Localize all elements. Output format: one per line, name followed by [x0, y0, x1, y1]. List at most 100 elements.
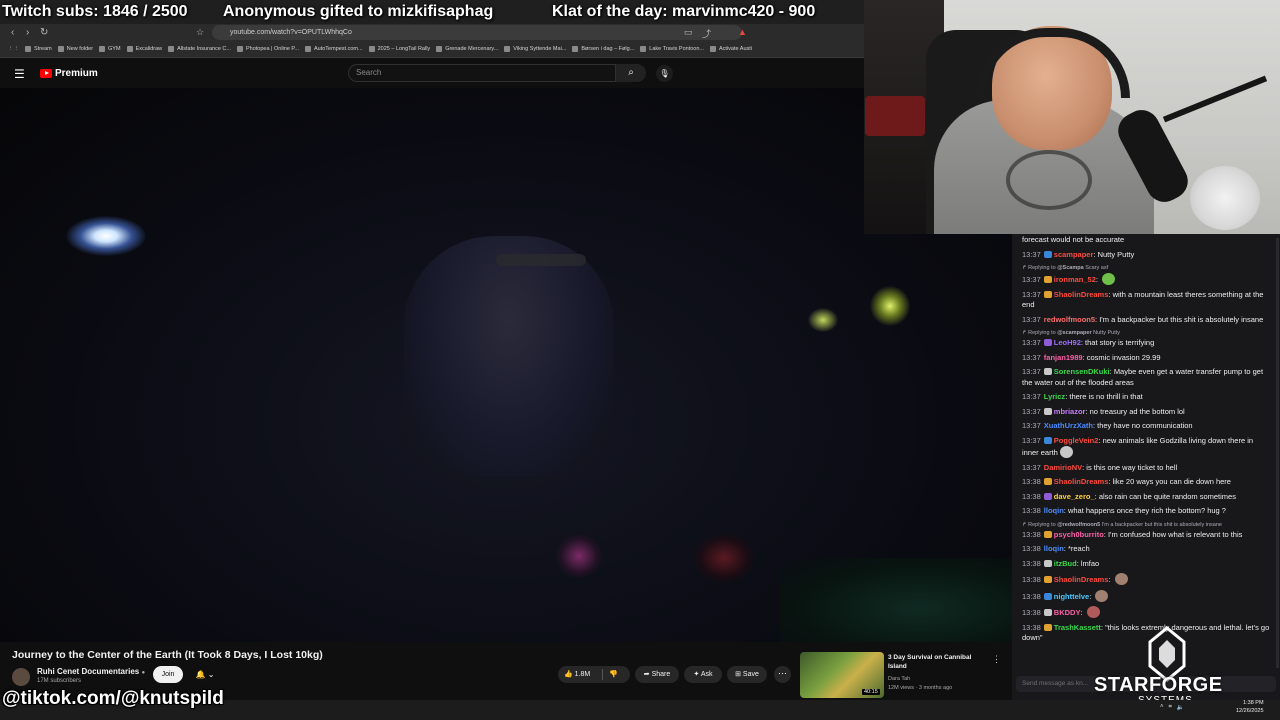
bookmark-item[interactable]: Photopea | Online P...	[236, 46, 299, 52]
bookmark-item[interactable]: New folder	[57, 46, 93, 52]
bookmark-item[interactable]: Allstate Insurance C...	[168, 46, 231, 52]
forward-icon[interactable]: ›	[26, 27, 29, 38]
chat-username[interactable]: dave_zero_	[1054, 492, 1095, 501]
chat-scrollbar[interactable]	[1276, 238, 1279, 668]
chat-message[interactable]: 13:38 dave_zero_: also rain can be quite …	[1012, 491, 1280, 506]
chat-message[interactable]: 13:37 mbriazor: no treasury ad the bottom…	[1012, 406, 1280, 421]
volume-icon[interactable]: 🔈	[1177, 704, 1184, 711]
chat-username[interactable]: fanjan1989	[1044, 353, 1083, 362]
voice-search-button[interactable]: 🎙	[656, 65, 673, 82]
chat-message[interactable]: 13:37 ironman_52:	[1012, 272, 1280, 289]
bookmark-item[interactable]: 2025 – LongTail Rally	[368, 46, 430, 52]
more-actions-button[interactable]: ⋯	[774, 666, 791, 683]
chat-message[interactable]: 13:37 fanjan1989: cosmic invasion 29.99	[1012, 352, 1280, 367]
share-button[interactable]: ➦ Share	[635, 666, 679, 683]
bookmark-item[interactable]: Excalidraw	[126, 46, 162, 52]
notification-bell-button[interactable]: 🔔 ⌄	[188, 666, 222, 683]
bookmark-favicon-icon	[126, 46, 133, 52]
chat-message[interactable]: 13:38 BKDDY:	[1012, 605, 1280, 622]
chat-username[interactable]: ShaolinDreams	[1054, 477, 1109, 486]
bookmark-item[interactable]: AutoTempest.com...	[304, 46, 363, 52]
dislike-button[interactable]: 👎	[609, 666, 618, 683]
chat-message[interactable]: forecast would not be accurate	[1012, 234, 1280, 249]
chat-username[interactable]: Lyricz	[1044, 392, 1065, 401]
chat-username[interactable]: LeoH92	[1054, 338, 1081, 347]
chat-message[interactable]: 13:37 Lyricz: there is no thrill in that	[1012, 391, 1280, 406]
bookmark-item[interactable]: Stream	[25, 46, 52, 52]
bookmark-item[interactable]: Lake Travis Pontoon...	[640, 46, 704, 52]
apps-icon[interactable]: ⋮⋮	[8, 46, 19, 52]
chat-message[interactable]: 13:38 nighttelve:	[1012, 589, 1280, 606]
related-more-icon[interactable]: ⋮	[992, 654, 1001, 665]
chat-username[interactable]: TrashKassett	[1054, 623, 1101, 632]
bookmark-star-icon[interactable]: ☆	[196, 27, 204, 38]
chat-message[interactable]: 13:37 SorensenDKuki: Maybe even get a wat…	[1012, 366, 1280, 391]
youtube-logo[interactable]: Premium	[40, 68, 98, 79]
ask-button[interactable]: ✦ Ask	[684, 666, 722, 683]
bookmark-item[interactable]: Grenade Mercenary...	[436, 46, 498, 52]
taskbar-clock[interactable]: 1:38 PM 12/26/2025	[1236, 700, 1264, 715]
chat-username[interactable]: PoggleVein2	[1054, 436, 1099, 445]
search-input[interactable]: Search	[348, 64, 616, 82]
bookmark-item[interactable]: Viking Syttende Mai...	[504, 46, 566, 52]
chat-username[interactable]: itzBud	[1054, 559, 1077, 568]
bookmark-item[interactable]: Børsen i dag – Følg...	[572, 46, 634, 52]
chat-username[interactable]: SorensenDKuki	[1054, 367, 1110, 376]
cast-icon[interactable]: ▭	[684, 27, 693, 38]
related-title[interactable]: 3 Day Survival on Cannibal Island	[888, 654, 988, 671]
menu-icon[interactable]: ☰	[14, 67, 25, 81]
chat-username[interactable]: nighttelve	[1054, 592, 1089, 601]
chat-reply-context[interactable]: ↱ Replying to @redwolfmoon5 I'm a backpa…	[1012, 520, 1280, 529]
chat-message[interactable]: 13:37 redwolfmoon5: I'm a backpacker but …	[1012, 314, 1280, 329]
channel-name[interactable]: Ruhi Cenet Documentaries ●	[37, 667, 145, 676]
chat-username[interactable]: BKDDY	[1054, 608, 1081, 617]
save-label: Save	[742, 671, 759, 678]
chat-message[interactable]: 13:38 ShaolinDreams:	[1012, 572, 1280, 589]
video-player[interactable]	[0, 88, 1012, 642]
bookmark-favicon-icon	[168, 46, 175, 52]
chat-message[interactable]: 13:38 lloqin: what happens once they rich…	[1012, 505, 1280, 520]
bookmark-item[interactable]: GYM	[99, 46, 121, 52]
chat-reply-context[interactable]: ↱ Replying to @scampaper Nutty Putty	[1012, 328, 1280, 337]
sub-badge-icon	[1043, 290, 1052, 298]
chat-messages[interactable]: forecast would not be accurate 13:37 scamp…	[1012, 234, 1280, 674]
chevron-up-icon[interactable]: ˄	[1160, 704, 1164, 711]
back-icon[interactable]: ‹	[11, 27, 14, 38]
chat-username[interactable]: XuathUrzXath	[1044, 421, 1093, 430]
extension-icon[interactable]: ▲	[738, 27, 747, 37]
chat-username[interactable]: ShaolinDreams	[1054, 575, 1109, 584]
network-icon[interactable]: ⌗	[1169, 704, 1172, 711]
chat-message[interactable]: 13:37 DamirioNV: is this one way ticket t…	[1012, 462, 1280, 477]
stream-overlay-header: Twitch subs: 1846 / 2500 Anonymous gifte…	[0, 0, 864, 24]
join-button[interactable]: Join	[153, 666, 183, 683]
chat-username[interactable]: DamirioNV	[1044, 463, 1082, 472]
chat-username[interactable]: lloqin	[1044, 506, 1064, 515]
reload-icon[interactable]: ↻	[40, 27, 48, 38]
chat-username[interactable]: lloqin	[1044, 544, 1064, 553]
bookmark-item[interactable]: Activate Austi	[710, 46, 752, 52]
chat-message[interactable]: 13:37 XuathUrzXath: they have no communic…	[1012, 420, 1280, 435]
chat-message[interactable]: 13:38 ShaolinDreams: like 20 ways you can…	[1012, 476, 1280, 491]
chat-message[interactable]: 13:38 psych0burrito: I'm confused how wha…	[1012, 529, 1280, 544]
chat-message[interactable]: 13:37 ShaolinDreams: with a mountain leas…	[1012, 289, 1280, 314]
search-button[interactable]: ⌕	[616, 64, 646, 82]
related-channel[interactable]: Dara Tah	[888, 676, 910, 682]
chat-username[interactable]: redwolfmoon5	[1044, 315, 1095, 324]
chat-username[interactable]: psych0burrito	[1054, 530, 1104, 539]
chat-username[interactable]: ironman_52	[1054, 275, 1096, 284]
sub-badge-icon	[1043, 436, 1052, 444]
chat-username[interactable]: scampaper	[1054, 250, 1094, 259]
chat-message[interactable]: 13:37 scampaper: Nutty Putty	[1012, 249, 1280, 264]
chat-message[interactable]: 13:37 PoggleVein2: new animals like Godzi…	[1012, 435, 1280, 462]
share-page-icon[interactable]: ⤴	[702, 27, 711, 40]
address-bar[interactable]: youtube.com/watch?v=OPUTLWhhqCo	[212, 25, 742, 40]
save-button[interactable]: ⊞ Save	[727, 666, 767, 683]
chat-reply-context[interactable]: ↱ Replying to @Scampa Scary asf	[1012, 263, 1280, 272]
chat-message[interactable]: 13:38 lloqin: *reach	[1012, 543, 1280, 558]
channel-avatar[interactable]	[12, 668, 30, 686]
chat-username[interactable]: ShaolinDreams	[1054, 290, 1109, 299]
chat-message[interactable]: 13:37 LeoH92: that story is terrifying	[1012, 337, 1280, 352]
chat-username[interactable]: mbriazor	[1054, 407, 1086, 416]
chat-message[interactable]: 13:38 itzBud: lmfao	[1012, 558, 1280, 573]
like-button[interactable]: 👍 1.8M	[564, 666, 590, 683]
